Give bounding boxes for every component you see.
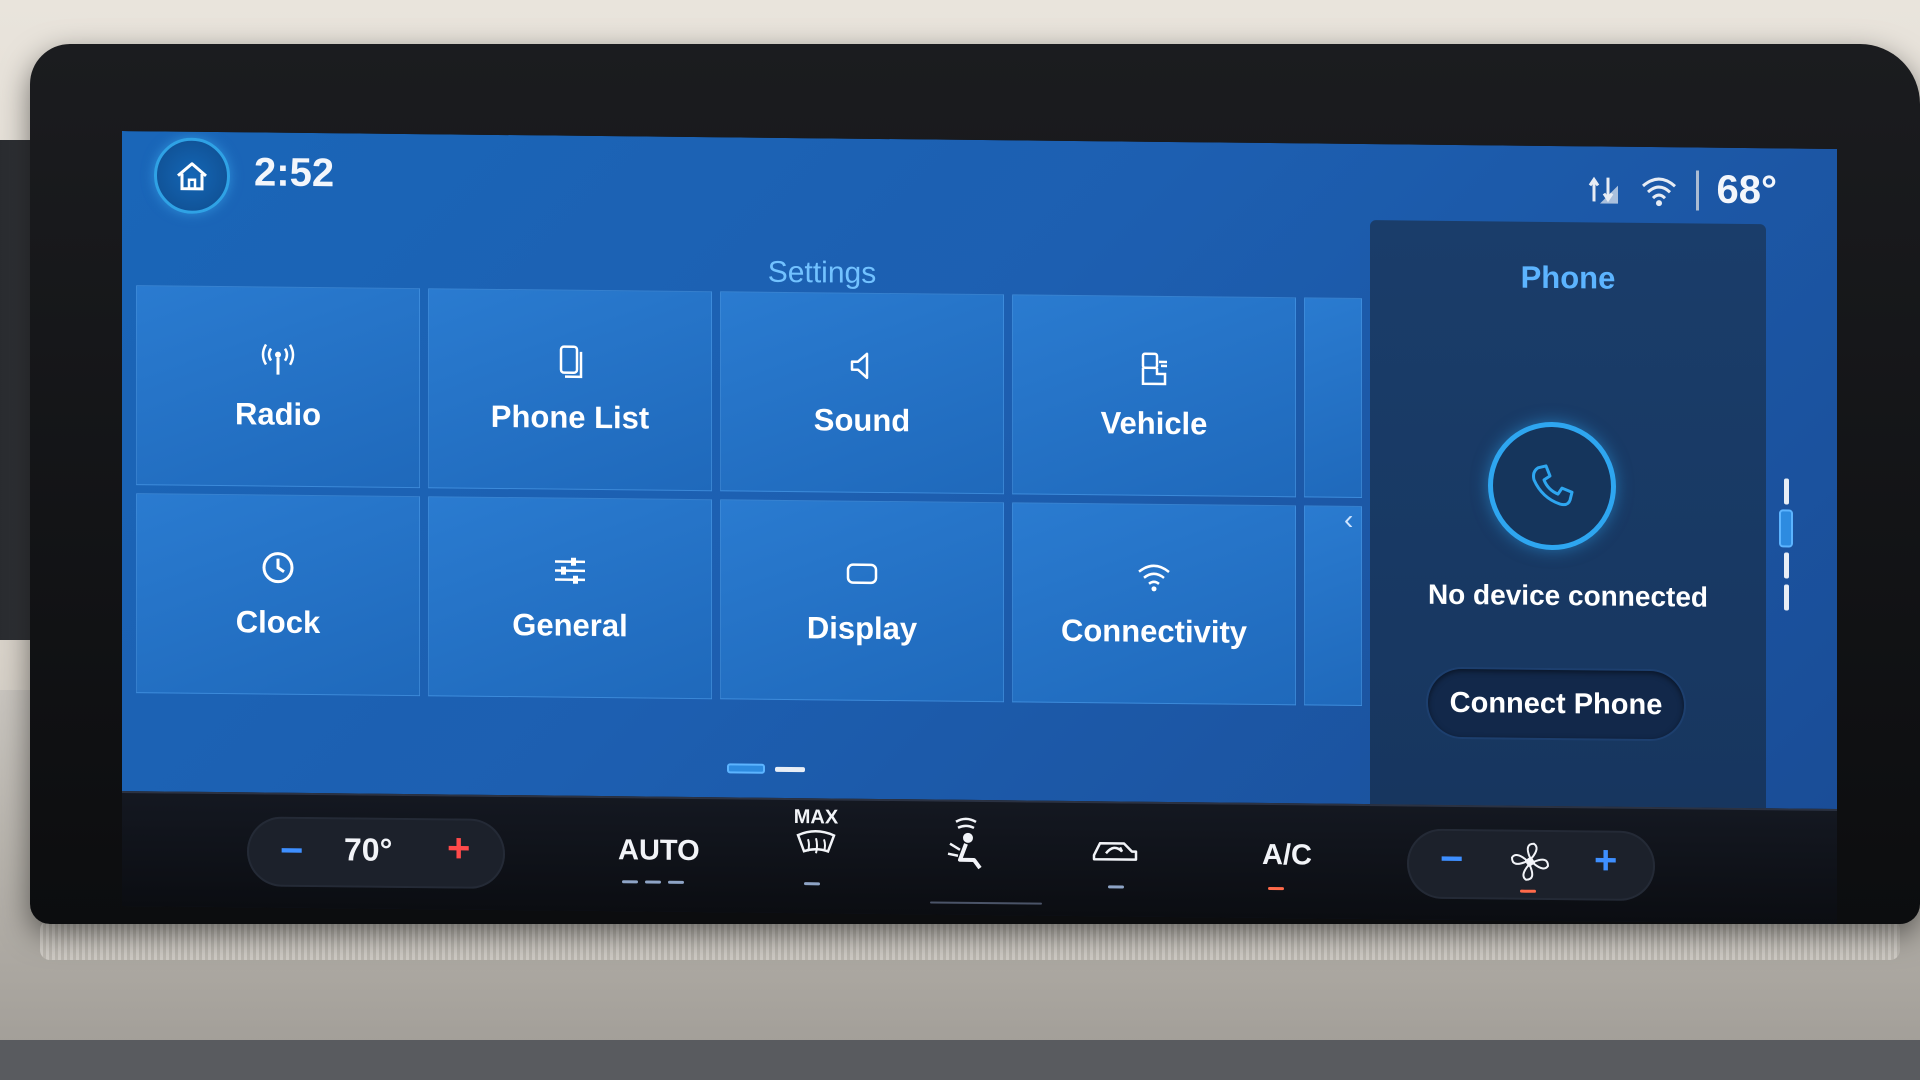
- speaker-icon: [850, 352, 869, 380]
- main-area: 2:52 68° Settings Radio Phone List Sound…: [122, 131, 1837, 809]
- fan-level-indicator: [1520, 889, 1536, 893]
- tile-label: Phone List: [490, 398, 650, 436]
- wifi-icon: [1138, 564, 1170, 592]
- temp-value: 70°: [344, 831, 393, 868]
- auto-indicator: [668, 880, 684, 884]
- climate-bar: − 70° + AUTO MAX A/C − +: [122, 791, 1837, 924]
- tile-label: Display: [806, 610, 918, 647]
- wifi-status-icon: [1641, 177, 1676, 206]
- tile-display[interactable]: Display: [720, 499, 1004, 703]
- tile-phone-list[interactable]: Phone List: [428, 288, 712, 492]
- max-defrost-indicator: [804, 882, 820, 886]
- tile-radio[interactable]: Radio: [136, 285, 420, 489]
- infotainment-screen: 2:52 68° Settings Radio Phone List Sound…: [122, 131, 1837, 924]
- settings-title: Settings: [767, 255, 877, 290]
- fan-icon: [1510, 842, 1550, 881]
- tile-label: Connectivity: [1060, 612, 1248, 650]
- status-divider: [1695, 169, 1699, 211]
- radio-antenna-icon: [261, 343, 295, 375]
- max-label: MAX: [793, 806, 839, 829]
- phone-panel: Phone No device connected Connect Phone: [1370, 220, 1766, 809]
- sliders-icon: [555, 557, 585, 584]
- tile-label: Clock: [235, 604, 321, 641]
- temp-increase-button[interactable]: +: [447, 826, 470, 871]
- defrost-icon: [796, 830, 836, 854]
- connect-phone-button[interactable]: Connect Phone: [1428, 668, 1684, 740]
- vehicle-icon: [1141, 352, 1167, 386]
- phone-icon: [1532, 464, 1574, 507]
- ac-button[interactable]: A/C: [1262, 839, 1312, 873]
- phone-status-text: No device connected: [1427, 578, 1709, 613]
- auto-indicator: [645, 880, 661, 884]
- tile-connectivity[interactable]: Connectivity: [1012, 502, 1296, 706]
- panel-scrollbar[interactable]: [1772, 478, 1802, 618]
- auto-indicator: [622, 880, 638, 884]
- dashboard-bottom: [0, 1040, 1920, 1080]
- recirculation-indicator: [1108, 885, 1124, 889]
- tile-sound[interactable]: Sound: [720, 291, 1004, 495]
- recirculation-icon: [1092, 842, 1138, 861]
- tile-label: Radio: [234, 396, 322, 433]
- outside-temperature: 68°: [1716, 167, 1778, 213]
- dashboard-trim: [40, 920, 1900, 960]
- status-clock: 2:52: [254, 150, 335, 196]
- phone-panel-title: Phone: [1520, 259, 1616, 296]
- tile-partial-next[interactable]: [1304, 297, 1362, 499]
- home-button[interactable]: [154, 137, 230, 215]
- page-indicator: [727, 763, 805, 774]
- phone-list-icon: [559, 345, 583, 379]
- max-defrost-button[interactable]: MAX: [786, 806, 846, 871]
- seat-airflow-icon: [947, 817, 982, 870]
- tile-label: Sound: [813, 402, 911, 439]
- display-icon: [846, 563, 878, 585]
- clock-icon: [262, 552, 294, 584]
- temp-decrease-button[interactable]: −: [280, 829, 303, 874]
- tile-label: General: [512, 607, 628, 644]
- ac-indicator: [1268, 887, 1284, 891]
- recirculation-button[interactable]: [1090, 833, 1140, 873]
- tile-vehicle[interactable]: Vehicle: [1012, 294, 1296, 498]
- phone-call-button[interactable]: [1488, 421, 1616, 551]
- airflow-active-indicator: [930, 901, 1042, 905]
- page-dot-active[interactable]: [727, 763, 765, 774]
- data-signal-icon: [1588, 176, 1618, 204]
- fan-decrease-button[interactable]: −: [1440, 837, 1463, 882]
- auto-climate-button[interactable]: AUTO: [618, 834, 700, 868]
- page-dot[interactable]: [775, 766, 805, 772]
- tile-clock[interactable]: Clock: [136, 493, 420, 697]
- tile-label: Vehicle: [1100, 405, 1208, 442]
- airflow-mode-button[interactable]: [940, 816, 992, 878]
- home-icon: [177, 162, 207, 191]
- tile-general[interactable]: General: [428, 496, 712, 700]
- fan-increase-button[interactable]: +: [1594, 838, 1617, 883]
- fan-speed-display: [1506, 838, 1554, 892]
- status-icons: 68°: [1586, 166, 1778, 213]
- chevron-left-icon[interactable]: ‹: [1344, 504, 1353, 536]
